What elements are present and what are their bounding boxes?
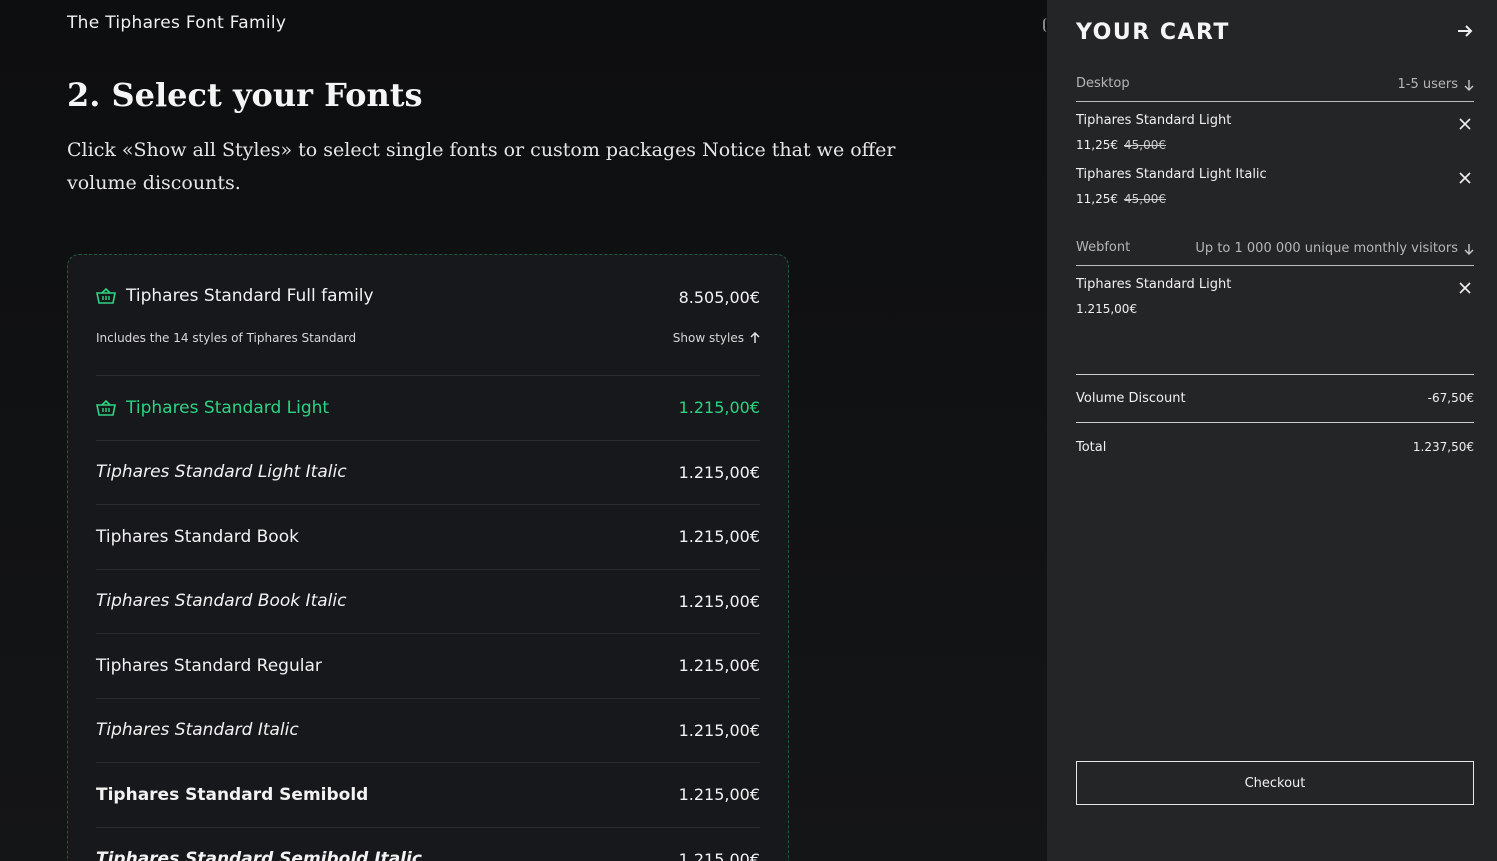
style-row-book[interactable]: Tiphares Standard Book 1.215,00€ — [96, 505, 760, 570]
style-row-italic[interactable]: Tiphares Standard Italic 1.215,00€ — [96, 699, 760, 763]
basket-icon — [96, 399, 116, 416]
webfont-license-header: Webfont Up to 1 000 000 unique monthly v… — [1076, 240, 1474, 266]
arrow-up-icon — [750, 332, 760, 343]
style-row-semibold[interactable]: Tiphares Standard Semibold 1.215,00€ — [96, 763, 760, 828]
desktop-label: Desktop — [1076, 76, 1130, 91]
style-row-book-italic[interactable]: Tiphares Standard Book Italic 1.215,00€ — [96, 570, 760, 634]
checkout-button[interactable]: Checkout — [1076, 761, 1474, 805]
style-price: 1.215,00€ — [678, 849, 760, 861]
volume-discount-label: Volume Discount — [1076, 391, 1186, 406]
arrow-down-icon — [1464, 79, 1474, 91]
cart-title: YOUR CART — [1076, 20, 1230, 45]
style-price: 1.215,00€ — [678, 398, 760, 418]
close-icon[interactable] — [1459, 282, 1471, 294]
cart-item-prices: 11,25€ 45,00€ — [1076, 192, 1166, 206]
arrow-right-icon[interactable] — [1456, 22, 1474, 40]
style-name: Tiphares Standard Regular — [96, 655, 322, 676]
close-icon[interactable] — [1459, 118, 1471, 130]
show-styles-label: Show styles — [672, 331, 744, 345]
total-value: 1.237,50€ — [1412, 440, 1474, 454]
cart-sidebar: YOUR CART Desktop 1-5 users Tiphares Sta… — [1047, 0, 1497, 861]
style-price: 1.215,00€ — [678, 785, 760, 805]
style-name-wrap: Tiphares Standard Light — [96, 398, 329, 418]
cart-item-old-price: 45,00€ — [1124, 192, 1166, 206]
cart-item-name: Tiphares Standard Light Italic — [1076, 167, 1267, 182]
full-family-block[interactable]: Tiphares Standard Full family 8.505,00€ … — [96, 255, 760, 376]
style-name: Tiphares Standard Semibold Italic — [96, 849, 422, 861]
style-name: Tiphares Standard Italic — [96, 720, 299, 741]
intro-text: Click «Show all Styles» to select single… — [67, 139, 896, 194]
style-name: Tiphares Standard Semibold — [96, 784, 369, 805]
style-row-light[interactable]: Tiphares Standard Light 1.215,00€ — [96, 376, 760, 441]
step-title: 2. Select your Fonts — [67, 76, 423, 114]
style-price: 1.215,00€ — [678, 462, 760, 482]
full-family-name-wrap: Tiphares Standard Full family — [96, 286, 374, 306]
full-family-price: 8.505,00€ — [678, 288, 760, 307]
main-content: The Tiphares Font Family 2. Select your … — [0, 0, 1047, 861]
cart-item-price: 11,25€ — [1076, 192, 1118, 206]
style-name: Tiphares Standard Book Italic — [96, 591, 347, 612]
volume-discount-value: -67,50€ — [1427, 391, 1474, 405]
style-name: Tiphares Standard Light — [126, 397, 330, 418]
style-price: 1.215,00€ — [678, 720, 760, 740]
font-selection-panel: Tiphares Standard Full family 8.505,00€ … — [67, 254, 789, 861]
cart-item-name: Tiphares Standard Light — [1076, 277, 1232, 292]
divider — [1076, 422, 1474, 423]
basket-icon — [96, 288, 116, 304]
total-label: Total — [1076, 440, 1107, 455]
style-row-regular[interactable]: Tiphares Standard Regular 1.215,00€ — [96, 634, 760, 699]
cart-item-price: 1.215,00€ — [1076, 302, 1138, 316]
cart-item-prices: 11,25€ 45,00€ — [1076, 138, 1166, 152]
desktop-users-select[interactable]: 1-5 users — [1398, 77, 1475, 92]
style-name: Tiphares Standard Book — [96, 526, 299, 547]
style-row-semibold-italic[interactable]: Tiphares Standard Semibold Italic 1.215,… — [96, 828, 760, 861]
full-family-name: Tiphares Standard Full family — [126, 286, 374, 306]
style-price: 1.215,00€ — [678, 656, 760, 676]
cart-item-old-price: 45,00€ — [1124, 138, 1166, 152]
close-icon[interactable] — [1459, 172, 1471, 184]
webfont-visitors-select[interactable]: Up to 1 000 000 unique monthly visitors — [1195, 241, 1474, 256]
webfont-visitors-value: Up to 1 000 000 unique monthly visitors — [1195, 241, 1458, 256]
cart-item-name: Tiphares Standard Light — [1076, 113, 1232, 128]
style-name: Tiphares Standard Light Italic — [96, 462, 347, 483]
style-price: 1.215,00€ — [678, 591, 760, 611]
cart-item: Tiphares Standard Light 1.215,00€ — [1076, 277, 1474, 327]
show-styles-toggle[interactable]: Show styles — [673, 331, 760, 345]
style-price: 1.215,00€ — [678, 527, 760, 547]
cart-item: Tiphares Standard Light 11,25€ 45,00€ — [1076, 113, 1474, 163]
divider — [1076, 374, 1474, 375]
cart-item: Tiphares Standard Light Italic 11,25€ 45,… — [1076, 167, 1474, 217]
full-family-subtitle: Includes the 14 styles of Tiphares Stand… — [96, 331, 357, 345]
cart-item-prices: 1.215,00€ — [1076, 302, 1137, 316]
webfont-label: Webfont — [1076, 240, 1131, 255]
arrow-down-icon — [1464, 243, 1474, 255]
desktop-users-value: 1-5 users — [1397, 77, 1459, 92]
style-row-light-italic[interactable]: Tiphares Standard Light Italic 1.215,00€ — [96, 441, 760, 505]
desktop-license-header: Desktop 1-5 users — [1076, 76, 1474, 102]
cart-item-price: 11,25€ — [1076, 138, 1118, 152]
family-title: The Tiphares Font Family — [67, 13, 287, 33]
